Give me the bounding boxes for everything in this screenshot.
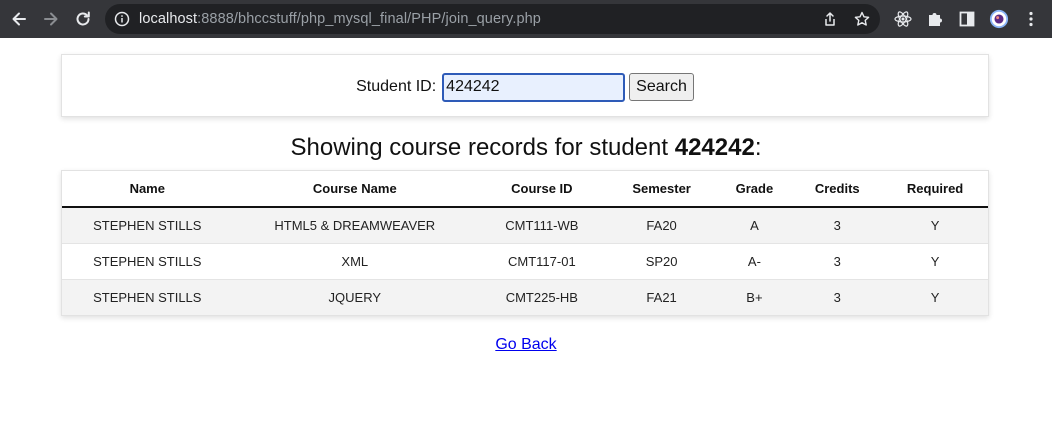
url-text[interactable]: localhost:8888/bhccstuff/php_mysql_final… [139,11,541,27]
cell-credits: 3 [833,253,841,269]
cell-required: Y [930,217,940,233]
more-icon[interactable] [1021,9,1041,29]
column-header-grade: Grade [716,171,793,208]
cell-course-name: HTML5 & DREAMWEAVER [274,217,436,233]
puzzle-icon[interactable] [925,9,945,29]
reload-icon [76,11,90,26]
back-button[interactable] [8,8,30,30]
column-header-name: Name [62,171,233,208]
cell-grade: B+ [746,289,763,305]
cell-semester: SP20 [645,253,678,269]
table-row: STEPHEN STILLS HTML5 & DREAMWEAVER CMT11… [62,207,988,243]
cell-course-id: CMT117-01 [508,253,576,269]
heading-suffix: : [754,134,762,161]
cell-grade: A- [747,253,761,269]
student-id-input[interactable] [442,72,626,102]
course-records-table: Name Course Name Course ID Semester Grad… [62,171,988,315]
cell-course-id: CMT111-WB [505,217,579,233]
cell-course-name: XML [341,253,369,269]
url-path: :8888/bhccstuff/php_mysql_final/PHP/join… [197,11,541,27]
search-button[interactable]: Search [629,73,694,101]
search-form: Student ID: Search [61,54,989,117]
cell-course-id: CMT225-HB [505,289,578,305]
cell-required: Y [930,289,940,305]
table-row: STEPHEN STILLS XML CMT117-01 SP20 A- 3 Y [62,243,988,279]
arrow-left-icon [12,12,26,26]
star-icon[interactable] [854,11,870,27]
cell-course-name: JQUERY [328,289,382,305]
column-header-semester: Semester [606,171,717,208]
forward-button[interactable] [40,8,62,30]
reload-button[interactable] [72,8,94,30]
cell-required: Y [930,253,940,269]
address-bar[interactable]: localhost:8888/bhccstuff/php_mysql_final… [105,4,880,34]
cell-name: STEPHEN STILLS [93,217,202,233]
cell-name: STEPHEN STILLS [93,289,202,305]
cell-grade: A [750,217,759,233]
student-id-label: Student ID: [356,78,437,95]
profile-icon[interactable] [989,9,1009,29]
search-row: Student ID: Search [62,72,988,102]
share-icon[interactable] [822,11,838,27]
arrow-right-icon [44,12,58,26]
go-back-container: Go Back [0,336,1052,354]
results-table-card: Name Course Name Course ID Semester Grad… [61,170,989,316]
react-icon[interactable] [893,9,913,29]
column-header-course-name: Course Name [232,171,477,208]
info-icon[interactable] [114,11,130,27]
heading-student-id: 424242 [674,134,755,161]
cell-name: STEPHEN STILLS [93,253,202,269]
cell-credits: 3 [833,217,841,233]
cell-semester: FA20 [646,217,677,233]
table-row: STEPHEN STILLS JQUERY CMT225-HB FA21 B+ … [62,279,988,315]
table-header-row: Name Course Name Course ID Semester Grad… [62,171,988,208]
column-header-credits: Credits [792,171,883,208]
heading-prefix: Showing course records for student [290,134,675,161]
cell-semester: FA21 [646,289,677,305]
browser-toolbar: localhost:8888/bhccstuff/php_mysql_final… [0,0,1052,38]
url-host: localhost [139,11,198,27]
sidebar-icon[interactable] [957,9,977,29]
column-header-required: Required [882,171,988,208]
results-heading: Showing course records for student 42424… [0,134,1052,162]
cell-credits: 3 [833,289,841,305]
go-back-link[interactable]: Go Back [495,336,556,353]
column-header-course-id: Course ID [477,171,607,208]
